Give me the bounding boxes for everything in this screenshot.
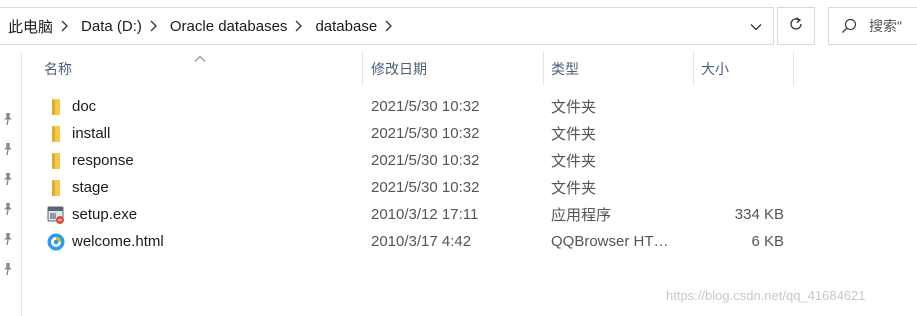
column-header-label[interactable]: 类型 xyxy=(541,59,579,79)
column-header-label[interactable]: 名称 xyxy=(34,59,72,79)
search-icon[interactable] xyxy=(829,18,869,34)
refresh-button[interactable] xyxy=(777,7,815,45)
file-row[interactable]: setup.exe 2010/3/12 17:11 应用程序 334 KB xyxy=(22,201,917,228)
folder-icon xyxy=(46,151,66,171)
file-name[interactable]: setup.exe xyxy=(72,206,137,223)
pin-icon[interactable] xyxy=(2,232,16,246)
breadcrumb-label[interactable]: Data (D:) xyxy=(73,18,144,35)
file-name-cell[interactable]: doc xyxy=(46,93,364,120)
file-date: 2010/3/12 17:11 xyxy=(371,206,479,223)
file-list: doc 2021/5/30 10:32 文件夹 install 2021/5/3… xyxy=(22,93,917,255)
file-date: 2021/5/30 10:32 xyxy=(371,98,480,115)
file-name-cell[interactable]: stage xyxy=(46,174,364,201)
file-name-cell[interactable]: setup.exe xyxy=(46,201,364,228)
chevron-right-icon[interactable] xyxy=(55,8,73,44)
file-name-cell[interactable]: install xyxy=(46,120,364,147)
file-size xyxy=(694,93,784,120)
column-header-label[interactable]: 大小 xyxy=(691,59,729,79)
file-name[interactable]: install xyxy=(72,125,110,142)
file-size: 6 KB xyxy=(751,233,784,250)
column-header-row: 名称 修改日期 类型 大小 xyxy=(22,52,917,86)
chevron-right-icon[interactable] xyxy=(144,8,162,44)
breadcrumb-label[interactable]: Oracle databases xyxy=(162,18,290,35)
file-type: 文件夹 xyxy=(551,180,597,197)
pin-icon[interactable] xyxy=(2,142,16,156)
file-name[interactable]: doc xyxy=(72,98,96,115)
address-toolbar: 此电脑 Data (D:) Oracle databases database xyxy=(0,0,917,52)
column-header-label[interactable]: 修改日期 xyxy=(361,59,427,79)
pin-icon[interactable] xyxy=(2,112,16,126)
file-size xyxy=(694,120,784,147)
file-date: 2010/3/17 4:42 xyxy=(371,233,472,250)
watermark-text: https://blog.csdn.net/qq_41684621 xyxy=(666,288,866,303)
pin-icon[interactable] xyxy=(2,202,16,216)
breadcrumb-item-this-pc[interactable]: 此电脑 xyxy=(0,8,55,44)
file-row[interactable]: doc 2021/5/30 10:32 文件夹 xyxy=(22,93,917,120)
chevron-down-icon[interactable] xyxy=(750,18,762,35)
breadcrumb-label[interactable]: 此电脑 xyxy=(0,16,55,37)
file-size xyxy=(694,147,784,174)
file-name-cell[interactable]: response xyxy=(46,147,364,174)
chevron-right-icon[interactable] xyxy=(289,8,307,44)
file-type: 文件夹 xyxy=(551,99,597,116)
file-row[interactable]: welcome.html 2010/3/17 4:42 QQBrowser HT… xyxy=(22,228,917,255)
address-bar[interactable]: 此电脑 Data (D:) Oracle databases database xyxy=(0,7,774,45)
breadcrumb-item-data-d[interactable]: Data (D:) xyxy=(73,8,144,44)
file-date: 2021/5/30 10:32 xyxy=(371,152,480,169)
file-row[interactable]: install 2021/5/30 10:32 文件夹 xyxy=(22,120,917,147)
folder-icon xyxy=(46,178,66,198)
search-placeholder[interactable]: 搜索" xyxy=(869,16,902,36)
file-size: 334 KB xyxy=(734,206,784,223)
exe-icon xyxy=(46,205,66,225)
navigation-pane xyxy=(0,52,22,316)
file-type: QQBrowser HT… xyxy=(551,233,669,250)
file-row[interactable]: response 2021/5/30 10:32 文件夹 xyxy=(22,147,917,174)
folder-icon xyxy=(46,124,66,144)
refresh-icon[interactable] xyxy=(788,16,804,36)
file-date: 2021/5/30 10:32 xyxy=(371,179,480,196)
column-header-name[interactable]: 名称 xyxy=(34,52,362,86)
file-type: 文件夹 xyxy=(551,126,597,143)
column-header-type[interactable]: 类型 xyxy=(541,52,693,86)
column-header-date[interactable]: 修改日期 xyxy=(361,52,543,86)
chevron-right-icon[interactable] xyxy=(379,8,397,44)
folder-icon xyxy=(46,97,66,117)
file-name[interactable]: response xyxy=(72,152,134,169)
breadcrumb-item-database[interactable]: database xyxy=(307,8,379,44)
address-history-dropdown[interactable] xyxy=(739,8,773,44)
file-type: 文件夹 xyxy=(551,153,597,170)
breadcrumb-label[interactable]: database xyxy=(307,18,379,35)
file-row[interactable]: stage 2021/5/30 10:32 文件夹 xyxy=(22,174,917,201)
file-date: 2021/5/30 10:32 xyxy=(371,125,480,142)
file-name[interactable]: stage xyxy=(72,179,109,196)
pin-icon[interactable] xyxy=(2,262,16,276)
column-divider[interactable] xyxy=(793,52,794,86)
file-name[interactable]: welcome.html xyxy=(72,233,164,250)
column-header-size[interactable]: 大小 xyxy=(691,52,793,86)
breadcrumb-item-oracle-databases[interactable]: Oracle databases xyxy=(162,8,290,44)
file-name-cell[interactable]: welcome.html xyxy=(46,228,364,255)
file-type: 应用程序 xyxy=(551,207,612,224)
search-box[interactable]: 搜索" xyxy=(828,7,917,45)
pin-icon[interactable] xyxy=(2,172,16,186)
qqbrowser-html-icon xyxy=(46,232,66,252)
file-size xyxy=(694,174,784,201)
